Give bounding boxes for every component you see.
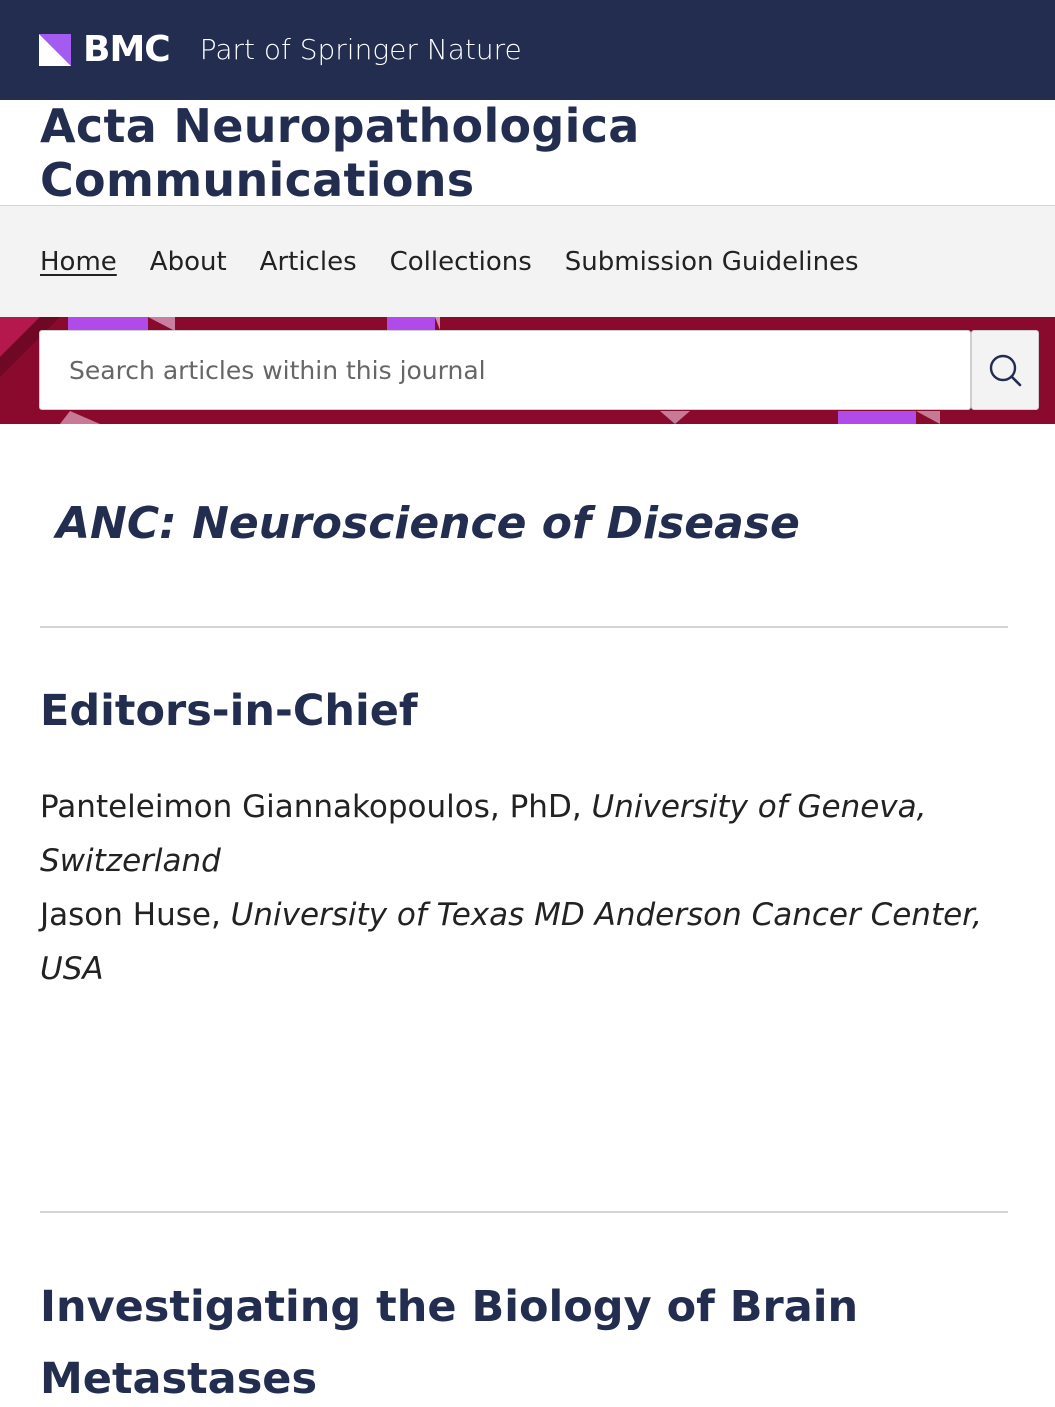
journal-header: Acta Neuropathologica Communications (0, 99, 1055, 207)
search-input[interactable] (40, 331, 970, 409)
search-banner (0, 317, 1055, 424)
anc-section-title: ANC: Neuroscience of Disease (56, 498, 800, 549)
nav-item-home[interactable]: Home (40, 247, 117, 277)
main-content: ANC: Neuroscience of Disease Editors-in-… (0, 424, 1055, 1407)
editor-name: Jason Huse, (40, 897, 231, 934)
bmc-logo-icon (39, 34, 71, 66)
editor-name: Panteleimon Giannakopoulos, PhD, (40, 789, 592, 826)
editor-entry: Panteleimon Giannakopoulos, PhD, Univers… (40, 780, 1007, 888)
editors-in-chief-heading: Editors-in-Chief (40, 686, 418, 737)
brain-metastases-heading: Investigating the Biology of Brain Metas… (40, 1282, 859, 1405)
nav-item-submission-guidelines[interactable]: Submission Guidelines (565, 247, 859, 277)
editors-list: Panteleimon Giannakopoulos, PhD, Univers… (40, 780, 1007, 996)
search-icon (989, 354, 1022, 387)
nav-item-about[interactable]: About (150, 247, 227, 277)
search-button[interactable] (971, 330, 1039, 410)
bmc-logo[interactable]: BMC (39, 29, 171, 70)
nav-item-collections[interactable]: Collections (390, 247, 532, 277)
bmc-brand-text: BMC (83, 29, 171, 70)
search-box (39, 330, 971, 410)
site-header: BMC Part of Springer Nature (0, 0, 1055, 100)
journal-title[interactable]: Acta Neuropathologica Communications (40, 99, 1055, 207)
springer-nature-tagline[interactable]: Part of Springer Nature (200, 36, 522, 64)
editor-entry: Jason Huse, University of Texas MD Ander… (40, 888, 1007, 996)
nav-item-articles[interactable]: Articles (260, 247, 357, 277)
journal-nav: Home About Articles Collections Submissi… (0, 206, 1055, 317)
